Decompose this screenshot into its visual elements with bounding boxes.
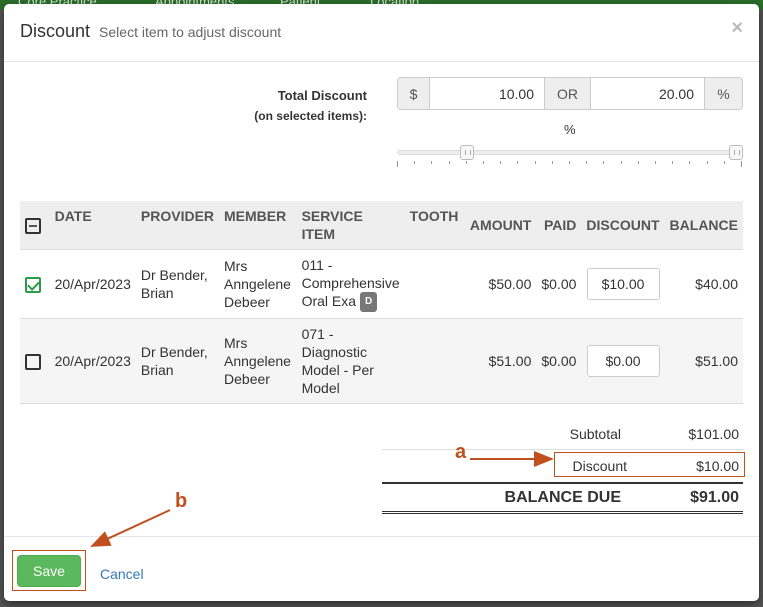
arrow-b: [90, 509, 171, 547]
annotation-arrows: [90, 451, 554, 547]
